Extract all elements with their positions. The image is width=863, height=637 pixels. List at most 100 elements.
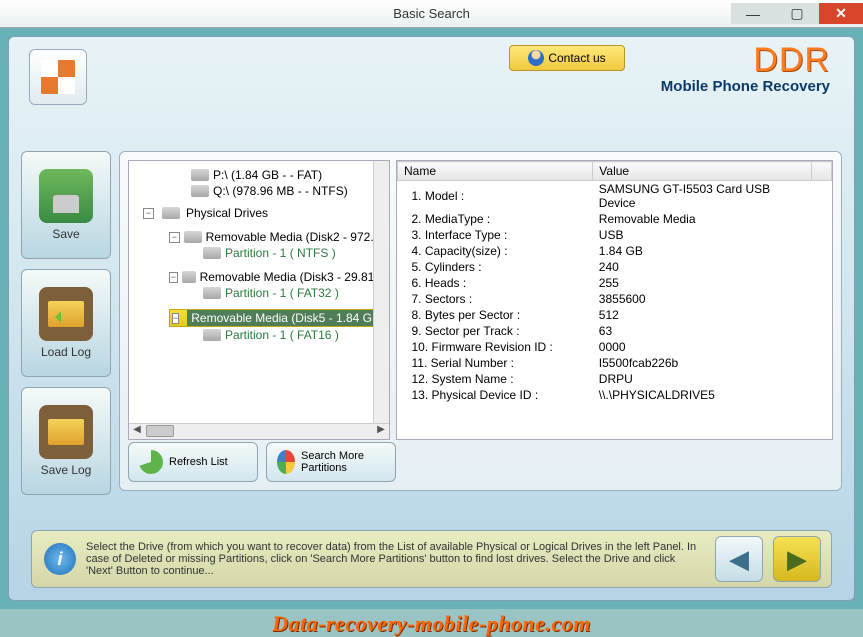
collapse-icon[interactable]: −: [172, 313, 179, 324]
collapse-icon[interactable]: −: [169, 232, 180, 243]
table-row[interactable]: 10. Firmware Revision ID :0000: [398, 339, 832, 355]
drive-icon: [191, 169, 209, 181]
column-header-value[interactable]: Value: [593, 162, 812, 181]
prop-value: 3855600: [593, 291, 812, 307]
tree-item[interactable]: Q:\ (978.96 MB - - NTFS): [213, 184, 348, 198]
maximize-button[interactable]: ▢: [775, 3, 819, 24]
prop-name: 4. Capacity(size) :: [398, 243, 593, 259]
app-logo: [29, 49, 87, 105]
prop-value: SAMSUNG GT-I5503 Card USB Device: [593, 181, 812, 212]
prop-name: 12. System Name :: [398, 371, 593, 387]
prop-name: 8. Bytes per Sector :: [398, 307, 593, 323]
tree-item[interactable]: P:\ (1.84 GB - - FAT): [213, 168, 322, 182]
prop-value: 255: [593, 275, 812, 291]
tree-item[interactable]: Partition - 1 ( FAT16 ): [225, 328, 339, 342]
window-title: Basic Search: [393, 6, 470, 21]
table-row[interactable]: 8. Bytes per Sector :512: [398, 307, 832, 323]
load-log-label: Load Log: [41, 345, 91, 359]
prop-value: I5500fcab226b: [593, 355, 812, 371]
minimize-button[interactable]: —: [731, 3, 775, 24]
hint-bar: i Select the Drive (from which you want …: [31, 530, 832, 588]
drive-tree[interactable]: P:\ (1.84 GB - - FAT) Q:\ (978.96 MB - -…: [128, 160, 390, 440]
collapse-icon[interactable]: −: [143, 208, 154, 219]
tree-item[interactable]: Removable Media (Disk2 - 972.69: [206, 230, 387, 244]
next-button[interactable]: ▶: [773, 536, 821, 582]
main-panel: P:\ (1.84 GB - - FAT) Q:\ (978.96 MB - -…: [119, 151, 842, 491]
prop-value: 63: [593, 323, 812, 339]
save-log-button[interactable]: Save Log: [21, 387, 111, 495]
table-row[interactable]: 13. Physical Device ID :\\.\PHYSICALDRIV…: [398, 387, 832, 403]
table-row[interactable]: 9. Sector per Track :63: [398, 323, 832, 339]
refresh-label: Refresh List: [169, 456, 228, 468]
column-header-name[interactable]: Name: [398, 162, 593, 181]
tree-horizontal-scrollbar[interactable]: ◀▶: [129, 423, 389, 439]
tree-item[interactable]: Removable Media (Disk3 - 29.81 G: [200, 270, 387, 284]
table-row[interactable]: 12. System Name :DRPU: [398, 371, 832, 387]
refresh-icon: [139, 450, 163, 474]
close-button[interactable]: ✕: [819, 3, 863, 24]
previous-button[interactable]: ◀: [715, 536, 763, 582]
tree-item-selected[interactable]: Removable Media (Disk5 - 1.84 GB: [187, 310, 384, 326]
prop-name: 1. Model :: [398, 181, 593, 212]
titlebar: Basic Search — ▢ ✕: [0, 0, 863, 28]
partition-icon: [203, 247, 221, 259]
table-row[interactable]: 2. MediaType :Removable Media: [398, 211, 832, 227]
prop-value: 1.84 GB: [593, 243, 812, 259]
tree-item[interactable]: Partition - 1 ( FAT32 ): [225, 286, 339, 300]
partitions-icon: [277, 450, 295, 474]
prop-name: 3. Interface Type :: [398, 227, 593, 243]
person-icon: [528, 50, 544, 66]
prop-value: \\.\PHYSICALDRIVE5: [593, 387, 812, 403]
watermark: Data-recovery-mobile-phone.com: [0, 609, 863, 637]
prop-name: 7. Sectors :: [398, 291, 593, 307]
drive-icon: [182, 271, 196, 283]
table-row[interactable]: 1. Model :SAMSUNG GT-I5503 Card USB Devi…: [398, 181, 832, 212]
prop-name: 11. Serial Number :: [398, 355, 593, 371]
prop-value: DRPU: [593, 371, 812, 387]
prop-name: 5. Cylinders :: [398, 259, 593, 275]
refresh-list-button[interactable]: Refresh List: [128, 442, 258, 482]
drive-icon: [191, 185, 209, 197]
prop-value: 0000: [593, 339, 812, 355]
search-more-partitions-button[interactable]: Search More Partitions: [266, 442, 396, 482]
partition-icon: [203, 287, 221, 299]
prop-name: 9. Sector per Track :: [398, 323, 593, 339]
prop-name: 13. Physical Device ID :: [398, 387, 593, 403]
folder-save-icon: [39, 405, 93, 459]
brand: DDR Mobile Phone Recovery: [661, 41, 830, 95]
brand-subtitle: Mobile Phone Recovery: [661, 78, 830, 95]
contact-us-button[interactable]: Contact us: [509, 45, 625, 71]
info-icon: i: [44, 543, 76, 575]
contact-label: Contact us: [548, 51, 605, 65]
prop-value: 512: [593, 307, 812, 323]
table-row[interactable]: 7. Sectors :3855600: [398, 291, 832, 307]
save-icon: [39, 169, 93, 223]
save-label: Save: [52, 227, 79, 241]
table-row[interactable]: 6. Heads :255: [398, 275, 832, 291]
properties-table: Name Value 1. Model :SAMSUNG GT-I5503 Ca…: [396, 160, 833, 440]
load-log-button[interactable]: Load Log: [21, 269, 111, 377]
tree-vertical-scrollbar[interactable]: [373, 161, 389, 423]
drive-icon: [184, 231, 202, 243]
prop-value: USB: [593, 227, 812, 243]
prop-name: 10. Firmware Revision ID :: [398, 339, 593, 355]
header: Contact us DDR Mobile Phone Recovery: [9, 37, 854, 127]
tree-item[interactable]: Partition - 1 ( NTFS ): [225, 246, 336, 260]
table-row[interactable]: 11. Serial Number :I5500fcab226b: [398, 355, 832, 371]
hint-text: Select the Drive (from which you want to…: [86, 541, 705, 577]
table-row[interactable]: 5. Cylinders :240: [398, 259, 832, 275]
drives-icon: [162, 207, 180, 219]
save-log-label: Save Log: [41, 463, 92, 477]
table-row[interactable]: 4. Capacity(size) :1.84 GB: [398, 243, 832, 259]
collapse-icon[interactable]: −: [169, 272, 178, 283]
save-button[interactable]: Save: [21, 151, 111, 259]
prop-name: 6. Heads :: [398, 275, 593, 291]
search-more-label: Search More Partitions: [301, 450, 385, 474]
prop-name: 2. MediaType :: [398, 211, 593, 227]
prop-value: Removable Media: [593, 211, 812, 227]
brand-logo-text: DDR: [661, 41, 830, 80]
partition-icon: [203, 329, 221, 341]
table-row[interactable]: 3. Interface Type :USB: [398, 227, 832, 243]
tree-item[interactable]: Physical Drives: [186, 206, 268, 220]
prop-value: 240: [593, 259, 812, 275]
